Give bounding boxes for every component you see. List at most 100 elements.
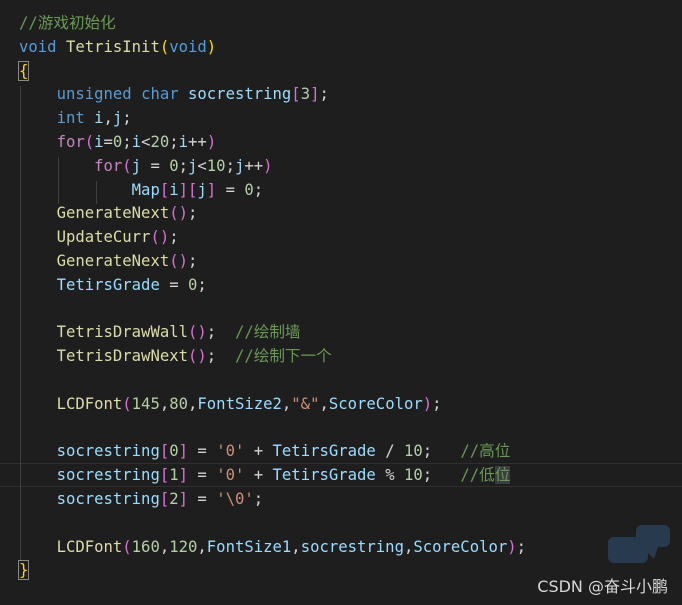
code-token: ++ (244, 156, 264, 175)
code-token: TetrisInit (65, 37, 160, 56)
code-token: TetirsGrade (272, 466, 376, 485)
code-token: 0 (188, 275, 198, 294)
code-token: //绘制墙 (234, 323, 301, 342)
code-token: ( (122, 156, 132, 175)
code-token: unsigned (56, 85, 132, 104)
code-line: GenerateNext(); (19, 250, 198, 274)
code-token: ) (263, 156, 273, 175)
code-token: socrestring (56, 466, 160, 485)
code-token: 1 (169, 466, 179, 485)
code-token: ; (169, 133, 179, 151)
code-token: socrestring (300, 537, 404, 556)
code-token: j (131, 156, 142, 175)
code-token: + (244, 442, 273, 461)
code-token: LCDFont (56, 537, 123, 556)
code-editor[interactable]: //游戏初始化 void TetrisInit(void){ unsigned c… (0, 0, 682, 605)
word-highlight: 位 (494, 466, 511, 485)
code-token: int (56, 109, 85, 128)
code-token: ( (188, 323, 198, 342)
code-token: ; (516, 537, 527, 556)
code-line: } (17, 559, 30, 583)
code-token: ] (178, 180, 189, 199)
code-token: TetrisDrawWall (56, 323, 188, 342)
code-token: ScoreColor (328, 394, 423, 413)
code-token: ) (206, 133, 217, 151)
code-token: [ (291, 85, 301, 104)
code-token: = (141, 156, 170, 175)
code-token: ( (159, 37, 170, 56)
code-token: [ (188, 180, 198, 199)
code-token: void (19, 37, 57, 56)
code-token: = (188, 466, 217, 485)
code-token: FontSize1 (206, 537, 292, 556)
code-token: Map (131, 180, 160, 199)
code-line: int i,j; (19, 107, 132, 131)
code-token: , (281, 394, 292, 413)
code-token: 2 (169, 490, 179, 508)
code-token: ; (225, 156, 235, 175)
code-token: , (291, 537, 301, 556)
code-line: TetrisDrawWall(); //绘制墙 (19, 321, 301, 345)
code-token: 120 (169, 537, 198, 556)
code-token: ( (188, 347, 198, 366)
code-token: ++ (188, 133, 207, 151)
code-line: socrestring[2] = '\0'; (19, 488, 264, 512)
code-line: //游戏初始化 (19, 12, 116, 36)
code-token: ( (122, 394, 132, 413)
code-token: 10 (206, 156, 226, 175)
brace-open: { (17, 60, 30, 81)
code-token: LCDFont (56, 394, 123, 413)
code-token: 0 (169, 156, 179, 175)
code-token: ) (178, 252, 189, 270)
code-token: % (375, 466, 404, 485)
code-line: LCDFont(160,120,FontSize1,socrestring,Sc… (19, 536, 526, 560)
code-token: ; (253, 490, 264, 508)
code-token: 0 (112, 133, 123, 151)
code-line: LCDFont(145,80,FontSize2,"&",ScoreColor)… (19, 393, 442, 417)
code-token: , (159, 394, 170, 413)
code-line: for(j = 0;j<10;j++) (19, 155, 273, 179)
code-token: ; (188, 204, 198, 223)
code-token: ; (206, 347, 235, 366)
code-line: for(i=0;i<20;i++) (19, 131, 217, 155)
code-token: UpdateCurr (56, 228, 151, 247)
code-token: socrestring (188, 85, 292, 104)
code-token: = (188, 490, 217, 508)
code-line: UpdateCurr(); (19, 226, 179, 250)
code-token: TetirsGrade (56, 275, 160, 294)
code-line: TetrisDrawNext(); //绘制下一个 (19, 345, 332, 369)
code-token: ) (206, 37, 217, 56)
code-token: '\0' (216, 490, 254, 508)
code-token: //低 (460, 466, 495, 485)
code-line: socrestring[1] = '0' + TetirsGrade % 10;… (19, 464, 511, 488)
code-token: 145 (131, 394, 160, 413)
code-line: TetirsGrade = 0; (19, 274, 207, 298)
code-token: ] (178, 466, 189, 485)
brace-close: } (17, 560, 30, 581)
code-token: [ (159, 490, 170, 508)
code-token: 20 (150, 133, 170, 151)
code-token: ; (206, 323, 235, 342)
code-token: i (94, 109, 104, 128)
code-token: i (131, 133, 142, 151)
code-token: ( (122, 537, 132, 556)
code-token: ] (206, 180, 217, 199)
code-token: ( (169, 204, 179, 223)
code-token: ; (422, 466, 461, 485)
csdn-logo-icon (608, 525, 670, 563)
code-token: ; (319, 85, 329, 104)
code-token: //游戏初始化 (19, 14, 116, 32)
code-line: { (17, 60, 30, 84)
code-token: ) (178, 204, 189, 223)
